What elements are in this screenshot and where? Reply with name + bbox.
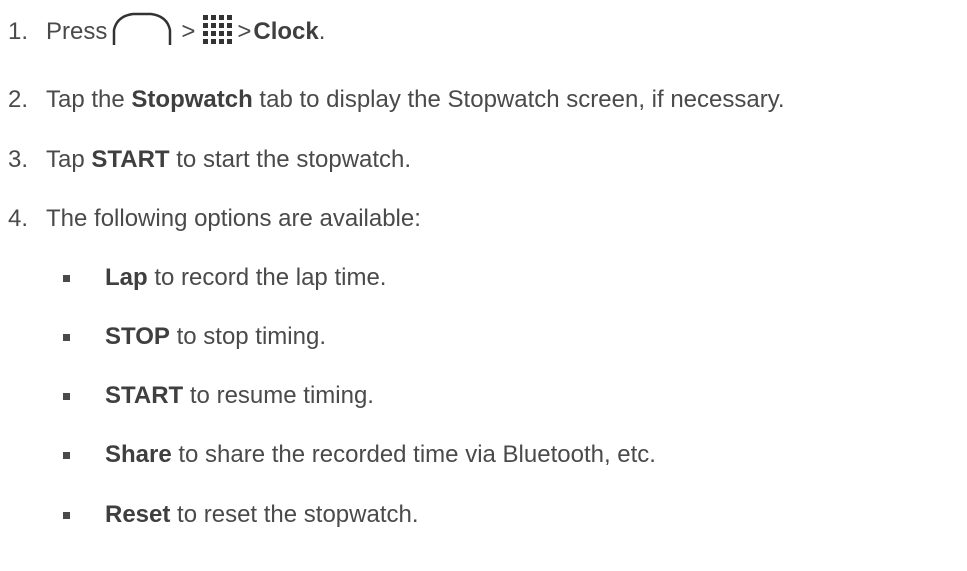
option-start: START to resume timing.	[0, 376, 374, 416]
step-text: Press	[46, 18, 108, 45]
option-stop: STOP to stop timing.	[0, 317, 326, 357]
option-name: Lap	[105, 264, 148, 291]
step-text: Tap the	[46, 86, 125, 113]
step-4: 4. The following options are available:	[0, 199, 421, 239]
option-share: Share to share the recorded time via Blu…	[0, 435, 656, 475]
apps-grid-icon	[201, 13, 233, 52]
option-name: Share	[105, 441, 172, 468]
step-2: 2. Tap the Stopwatch tab to display the …	[0, 80, 785, 120]
option-description: to record the lap time.	[154, 264, 387, 291]
step-number: 2.	[8, 86, 29, 113]
step-text: The following options are available:	[46, 205, 421, 232]
instruction-document: 1. Press > > Clock. 2. Tap the Stopwatch…	[0, 0, 967, 571]
option-reset: Reset to reset the stopwatch.	[0, 495, 419, 535]
option-lap: Lap to record the lap time.	[0, 258, 386, 298]
step-suffix: tab to display the Stopwatch screen, if …	[259, 86, 785, 113]
option-name: STOP	[105, 323, 170, 350]
bullet-icon	[63, 451, 70, 459]
step-number: 4.	[8, 205, 29, 232]
option-description: to resume timing.	[189, 382, 374, 409]
separator: >	[237, 18, 252, 45]
step-bold-text: Stopwatch	[131, 86, 253, 113]
step-text: Tap	[46, 146, 85, 173]
step-number: 1.	[8, 18, 29, 45]
bullet-icon	[63, 274, 70, 282]
home-icon	[111, 12, 173, 53]
step-suffix: to start the stopwatch.	[176, 146, 412, 173]
step-suffix: .	[318, 18, 326, 45]
separator: >	[181, 18, 196, 45]
step-1: 1. Press > > Clock.	[0, 12, 325, 52]
bullet-icon	[63, 392, 70, 400]
option-description: to stop timing.	[176, 323, 326, 350]
step-number: 3.	[8, 146, 29, 173]
option-name: Reset	[105, 501, 171, 528]
option-description: to share the recorded time via Bluetooth…	[178, 441, 656, 468]
bullet-icon	[63, 511, 70, 519]
step-bold-text: START	[91, 146, 170, 173]
step-3: 3. Tap START to start the stopwatch.	[0, 140, 411, 180]
bullet-icon	[63, 333, 70, 341]
step-bold-text: Clock	[253, 18, 319, 45]
option-description: to reset the stopwatch.	[177, 501, 419, 528]
option-name: START	[105, 382, 184, 409]
